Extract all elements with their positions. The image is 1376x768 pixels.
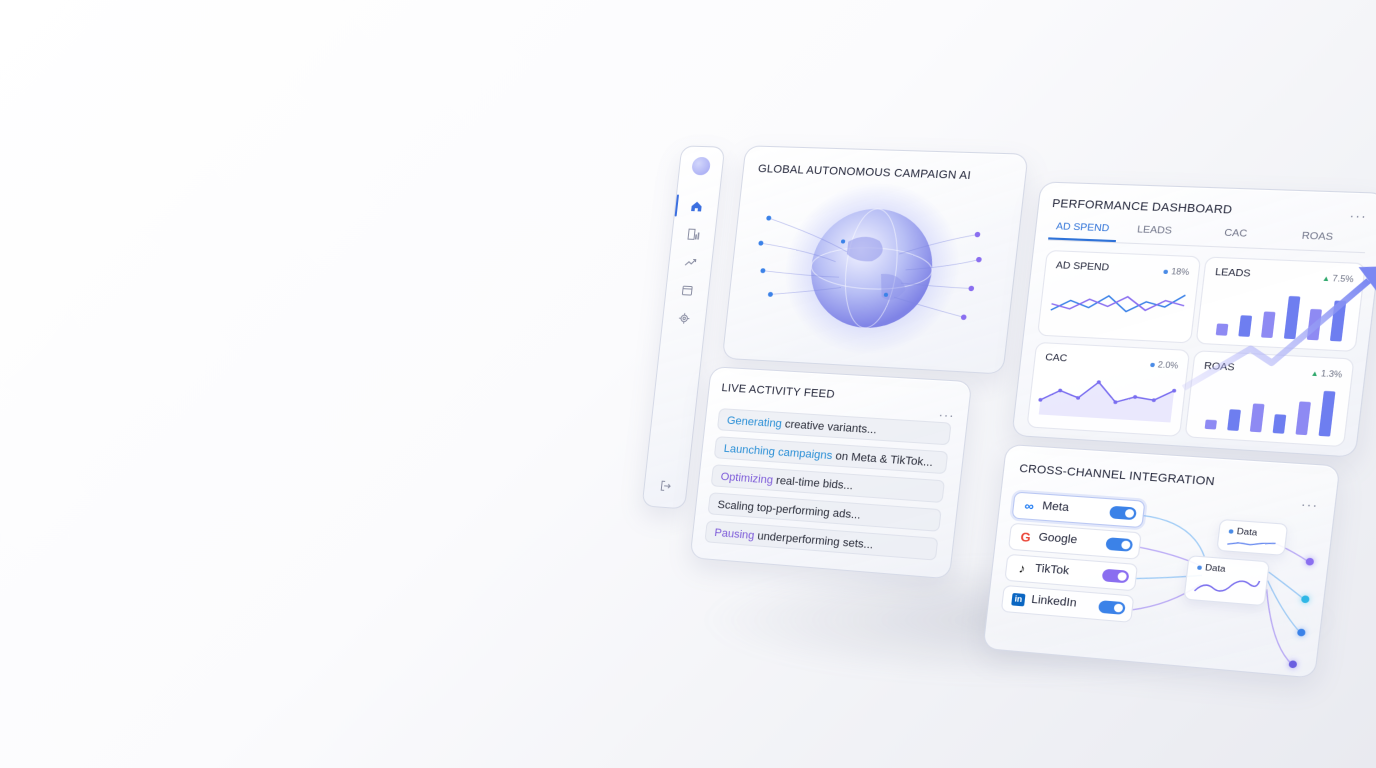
linkedin-toggle[interactable] xyxy=(1097,600,1126,615)
roas-bar xyxy=(1204,419,1217,430)
channel-meta-label: Meta xyxy=(1041,499,1070,515)
feed-item-text: real-time bids... xyxy=(772,474,854,493)
chart-bars-icon xyxy=(687,228,700,241)
feed-item-text: Scaling top-performing ads... xyxy=(716,498,862,522)
feed-item-status: Launching campaigns xyxy=(723,442,834,463)
meta-toggle[interactable] xyxy=(1108,505,1137,521)
app-logo xyxy=(691,156,712,176)
gear-icon xyxy=(678,312,691,325)
channel-tiktok-label: TikTok xyxy=(1034,562,1070,578)
feed-item-text: on Meta & TikTok... xyxy=(831,450,934,470)
sidebar-active-indicator xyxy=(674,194,680,217)
roas-bar xyxy=(1272,414,1287,434)
sidebar-item-settings[interactable] xyxy=(672,307,696,330)
globe-visual xyxy=(724,177,1024,364)
growth-arrow-icon xyxy=(1183,264,1376,401)
google-icon: G xyxy=(1019,529,1032,546)
sidebar-item-home[interactable] xyxy=(685,195,709,218)
data-card-top: Data xyxy=(1216,518,1289,556)
tab-roas[interactable]: ROAS xyxy=(1301,230,1334,243)
cac-area-chart xyxy=(1028,343,1189,423)
tiktok-icon: ♪ xyxy=(1017,561,1027,577)
performance-dashboard: PERFORMANCE DASHBOARD ··· AD SPEND LEADS… xyxy=(1011,181,1376,458)
ad-spend-card[interactable]: AD SPEND 18% xyxy=(1036,249,1202,344)
trend-up-icon xyxy=(684,256,697,269)
feed-item-status: Generating xyxy=(726,414,783,431)
ad-spend-sparkline xyxy=(1038,251,1200,342)
home-icon xyxy=(691,201,703,212)
feed-item-text: underperforming sets... xyxy=(753,530,874,552)
cac-card[interactable]: CAC 2.0% xyxy=(1026,341,1191,437)
campaign-ai-panel: GLOBAL AUTONOMOUS CAMPAIGN AI xyxy=(721,145,1029,375)
meta-icon: ∞ xyxy=(1023,498,1035,514)
dashboard-app: GLOBAL AUTONOMOUS CAMPAIGN AI LIVE ACTIV… xyxy=(628,135,1376,699)
tab-cac[interactable]: CAC xyxy=(1224,227,1248,240)
channel-google-label: Google xyxy=(1037,531,1078,547)
feed-menu-button[interactable]: ··· xyxy=(938,407,956,422)
data-card-main: Data xyxy=(1183,555,1270,607)
tab-ad-spend[interactable]: AD SPEND xyxy=(1055,221,1109,235)
sidebar-item-reports[interactable] xyxy=(681,223,705,246)
feed-item-text: creative variants... xyxy=(781,418,878,437)
tiktok-toggle[interactable] xyxy=(1101,568,1130,584)
feed-item-status: Pausing xyxy=(713,526,755,543)
sidebar-item-analytics[interactable] xyxy=(678,251,702,274)
google-toggle[interactable] xyxy=(1105,537,1134,552)
live-activity-feed: LIVE ACTIVITY FEED ··· Generating creati… xyxy=(689,366,973,580)
feed-title: LIVE ACTIVITY FEED xyxy=(720,381,836,401)
tab-leads[interactable]: LEADS xyxy=(1137,224,1173,237)
logout-icon xyxy=(660,480,672,491)
sidebar-item-calendar[interactable] xyxy=(675,279,699,302)
roas-bar xyxy=(1227,409,1241,431)
channel-linkedin-label: LinkedIn xyxy=(1030,593,1078,610)
performance-title: PERFORMANCE DASHBOARD xyxy=(1051,197,1233,217)
ad-spend-series-a-line xyxy=(1051,289,1186,316)
roas-bar xyxy=(1295,401,1311,436)
performance-menu-button[interactable]: ··· xyxy=(1349,208,1368,224)
roas-bar xyxy=(1249,403,1265,433)
sidebar-logout[interactable] xyxy=(654,474,678,497)
calendar-icon xyxy=(681,284,694,297)
feed-item-status: Optimizing xyxy=(720,470,774,487)
linkedin-icon: in xyxy=(1010,592,1027,608)
cross-channel-integration: CROSS-CHANNEL INTEGRATION ··· ∞ Meta G G… xyxy=(982,443,1341,679)
